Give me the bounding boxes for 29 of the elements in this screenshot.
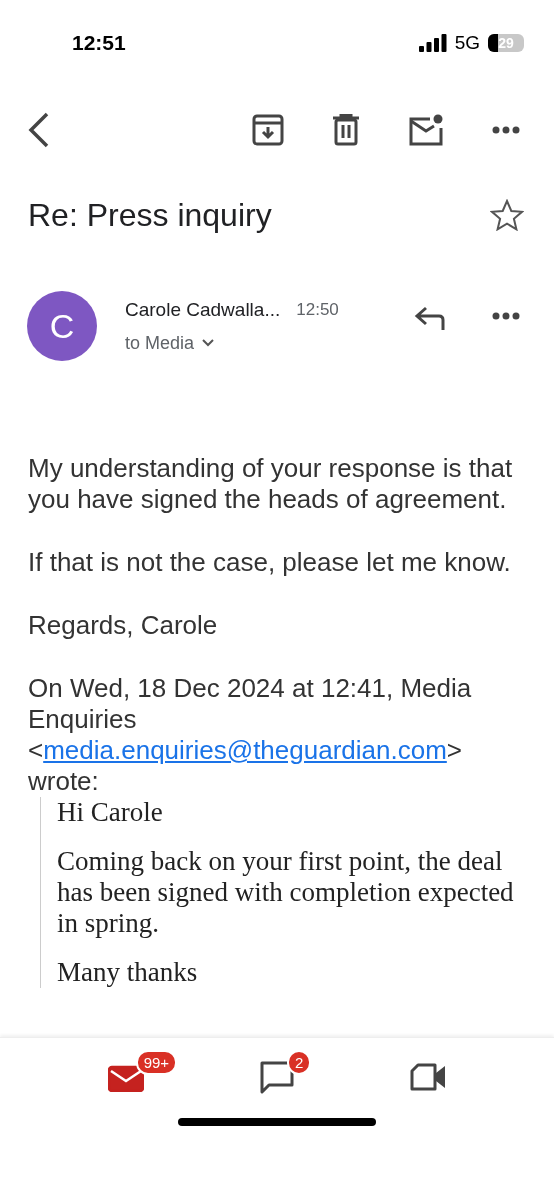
network-label: 5G	[454, 32, 480, 54]
sender-avatar: C	[27, 291, 97, 361]
star-icon[interactable]	[490, 199, 524, 231]
reply-icon[interactable]	[414, 306, 446, 332]
more-icon[interactable]	[492, 312, 520, 320]
unread-count-badge: 2	[287, 1050, 312, 1075]
body-paragraph: My understanding of your response is that you have signed the heads of agreement.	[28, 453, 514, 515]
more-icon[interactable]	[492, 126, 520, 134]
unread-count-badge: 99+	[135, 1050, 178, 1075]
signal-icon	[418, 34, 447, 52]
status-time: 12:51	[72, 31, 126, 55]
sender-name: Carole Cadwalla...	[125, 298, 281, 321]
quoted-paragraph: Many thanks	[57, 957, 199, 988]
quote-attribution: On Wed, 18 Dec 2024 at 12:41, Media Enquiries <media.enquiries@theguardian.com> wrote:	[28, 673, 473, 797]
quoted-paragraph: Hi Carole	[57, 797, 164, 828]
email-link[interactable]: media.enquiries@theguardian.com	[43, 735, 447, 765]
quoted-paragraph: Coming back on your first point, the deal has been signed with completion expected in spring.	[57, 846, 515, 939]
delete-icon[interactable]	[332, 114, 360, 146]
archive-icon[interactable]	[252, 114, 284, 146]
body-paragraph: If that is not the case, please let me know.	[28, 547, 512, 578]
back-icon[interactable]	[28, 112, 50, 148]
unread-mail-icon[interactable]	[408, 114, 444, 146]
recipients-toggle[interactable]: to Media	[125, 332, 195, 354]
chevron-down-icon[interactable]	[202, 339, 215, 347]
email-subject: Re: Press inquiry	[28, 196, 272, 234]
chat-tab-icon[interactable]	[259, 1060, 295, 1094]
body-paragraph: Regards, Carole	[28, 610, 219, 641]
message-time: 12:50	[296, 299, 339, 320]
video-camera-icon[interactable]	[409, 1063, 448, 1091]
